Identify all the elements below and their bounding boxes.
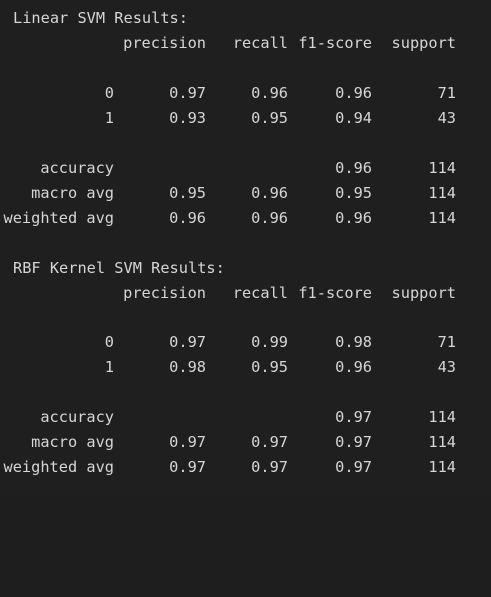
header-recall: recall: [232, 34, 288, 52]
header-row: precision recall f1-score support: [0, 33, 491, 53]
recall-value: 0.95: [251, 109, 288, 127]
precision-value: 0.96: [169, 209, 206, 227]
f1-value: 0.97: [335, 408, 372, 426]
support-value: 114: [428, 408, 456, 426]
support-value: 114: [428, 184, 456, 202]
recall-value: 0.95: [251, 358, 288, 376]
support-value: 114: [428, 159, 456, 177]
precision-value: 0.95: [169, 184, 206, 202]
precision-value: 0.97: [169, 333, 206, 351]
header-precision: precision: [123, 34, 206, 52]
support-value: 114: [428, 458, 456, 476]
table-row: 1 0.93 0.95 0.94 43: [0, 108, 491, 128]
support-value: 71: [437, 84, 456, 102]
header-support: support: [391, 284, 456, 302]
precision-value: 0.97: [169, 433, 206, 451]
summary-row: macro avg 0.97 0.97 0.97 114: [0, 432, 491, 452]
row-label: 1: [104, 109, 114, 127]
row-label: weighted avg: [3, 458, 114, 476]
f1-value: 0.97: [335, 433, 372, 451]
accuracy-row: accuracy 0.96 114: [0, 158, 491, 178]
row-label: accuracy: [40, 159, 114, 177]
recall-value: 0.99: [251, 333, 288, 351]
row-label: 1: [104, 358, 114, 376]
row-label: 0: [104, 333, 114, 351]
header-precision: precision: [123, 284, 206, 302]
header-support: support: [391, 34, 456, 52]
recall-value: 0.97: [251, 458, 288, 476]
section-title: Linear SVM Results:: [13, 9, 188, 27]
precision-value: 0.98: [169, 358, 206, 376]
table-row: 0 0.97 0.96 0.96 71: [0, 83, 491, 103]
table-row: 1 0.98 0.95 0.96 43: [0, 357, 491, 377]
recall-value: 0.96: [251, 209, 288, 227]
row-label: weighted avg: [3, 209, 114, 227]
precision-value: 0.97: [169, 458, 206, 476]
section-title: RBF Kernel SVM Results:: [13, 259, 225, 277]
support-value: 43: [437, 358, 456, 376]
f1-value: 0.97: [335, 458, 372, 476]
terminal-output: Linear SVM Results: precision recall f1-…: [0, 0, 491, 498]
table-row: 0 0.97 0.99 0.98 71: [0, 332, 491, 352]
header-row: precision recall f1-score support: [0, 283, 491, 303]
recall-value: 0.97: [251, 433, 288, 451]
f1-value: 0.98: [335, 333, 372, 351]
row-label: 0: [104, 84, 114, 102]
f1-value: 0.96: [335, 358, 372, 376]
f1-value: 0.96: [335, 159, 372, 177]
precision-value: 0.93: [169, 109, 206, 127]
row-label: macro avg: [31, 433, 114, 451]
support-value: 114: [428, 209, 456, 227]
row-label: macro avg: [31, 184, 114, 202]
accuracy-row: accuracy 0.97 114: [0, 407, 491, 427]
row-label: accuracy: [40, 408, 114, 426]
support-value: 43: [437, 109, 456, 127]
support-value: 114: [428, 433, 456, 451]
recall-value: 0.96: [251, 184, 288, 202]
f1-value: 0.96: [335, 209, 372, 227]
support-value: 71: [437, 333, 456, 351]
header-f1-score: f1-score: [298, 34, 372, 52]
summary-row: weighted avg 0.97 0.97 0.97 114: [0, 457, 491, 477]
f1-value: 0.94: [335, 109, 372, 127]
f1-value: 0.96: [335, 84, 372, 102]
header-recall: recall: [232, 284, 288, 302]
summary-row: weighted avg 0.96 0.96 0.96 114: [0, 208, 491, 228]
precision-value: 0.97: [169, 84, 206, 102]
f1-value: 0.95: [335, 184, 372, 202]
recall-value: 0.96: [251, 84, 288, 102]
header-f1-score: f1-score: [298, 284, 372, 302]
summary-row: macro avg 0.95 0.96 0.95 114: [0, 183, 491, 203]
